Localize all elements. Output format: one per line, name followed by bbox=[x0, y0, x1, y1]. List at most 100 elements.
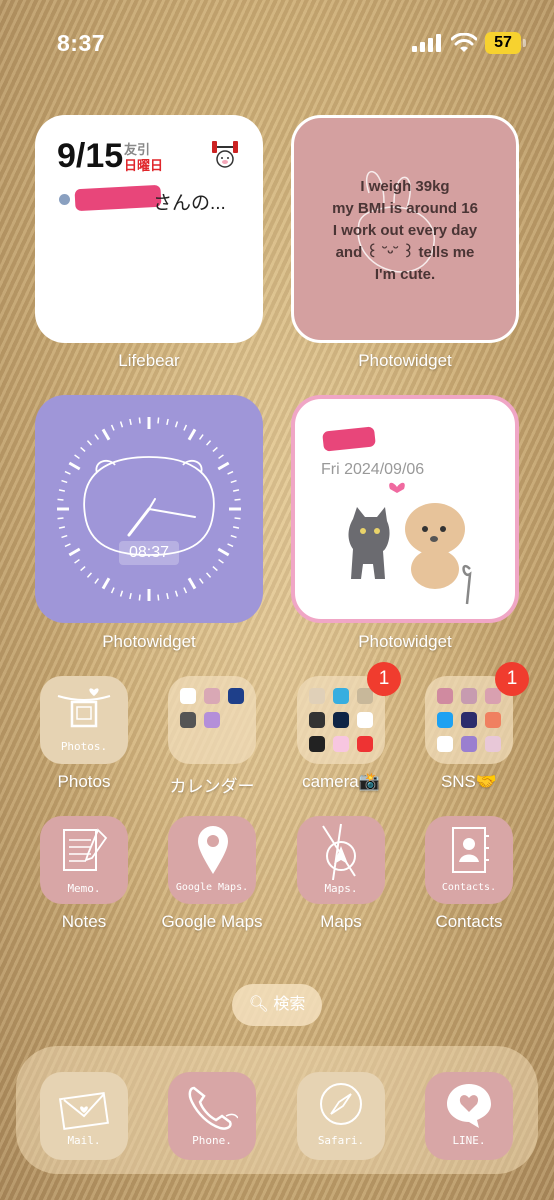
notification-badge: 1 bbox=[367, 662, 401, 696]
redaction-mark bbox=[74, 184, 162, 212]
clock-tick bbox=[86, 440, 93, 446]
wifi-icon bbox=[451, 33, 477, 52]
spotlight-search-button[interactable]: 🔍︎ 検索 bbox=[232, 984, 322, 1026]
clock-tick bbox=[232, 489, 240, 492]
maps-app-icon[interactable]: Maps. bbox=[297, 816, 385, 904]
clock-tick bbox=[64, 470, 71, 475]
safari-app-icon[interactable]: Safari. bbox=[297, 1072, 385, 1160]
clock-tick bbox=[187, 577, 197, 590]
widget-date: 9/15 bbox=[57, 137, 124, 175]
clock-tick bbox=[80, 446, 86, 453]
status-bar: 8:37 57 bbox=[0, 0, 554, 86]
clock-tick bbox=[205, 572, 212, 578]
clock-tick bbox=[74, 454, 80, 460]
clock-face-icon bbox=[57, 417, 241, 601]
clock-tick bbox=[86, 572, 93, 578]
clock-tick bbox=[64, 543, 71, 548]
compass-icon bbox=[320, 1083, 362, 1125]
clock-tick bbox=[232, 526, 240, 529]
clock-tick bbox=[61, 479, 68, 484]
clock-tick bbox=[94, 578, 100, 584]
clock-tick bbox=[119, 590, 124, 597]
lifebear-label: Lifebear bbox=[118, 351, 180, 370]
app-label-photos: Photos bbox=[57, 772, 111, 791]
clock-tick bbox=[174, 421, 179, 428]
photowidget-caption: I weigh 39kg my BMI is around 16 I work … bbox=[332, 178, 478, 283]
clock-hand bbox=[148, 498, 156, 510]
clock-tick bbox=[230, 479, 237, 484]
battery-indicator: 57 bbox=[485, 32, 521, 54]
clock-tick bbox=[212, 446, 218, 453]
clock-tick bbox=[217, 547, 230, 557]
app-label-maps: Maps bbox=[320, 912, 362, 931]
calendar-folder[interactable] bbox=[168, 676, 256, 764]
mail-app-icon[interactable]: Mail. bbox=[40, 1072, 128, 1160]
lifebear-widget[interactable]: 9/15 友引 日曜日 さんの... bbox=[35, 115, 263, 343]
clock-tick bbox=[183, 424, 188, 431]
line-app-icon[interactable]: LINE. bbox=[425, 1072, 513, 1160]
photo-frame-icon bbox=[57, 688, 111, 728]
clock-time: 08:37 bbox=[119, 541, 179, 565]
cellular-signal-icon bbox=[412, 34, 442, 52]
notes-app-icon[interactable]: Memo. bbox=[40, 816, 128, 904]
clock-tick bbox=[166, 418, 169, 426]
app-label-google-maps: Google Maps bbox=[161, 912, 263, 931]
clock-tick bbox=[227, 470, 234, 475]
contacts-app-icon[interactable]: Contacts. bbox=[425, 816, 513, 904]
icon-caption: Maps. bbox=[324, 882, 358, 895]
app-label-camera: camera📸 bbox=[302, 772, 380, 791]
clock-tick bbox=[101, 428, 111, 441]
battery-tip bbox=[523, 39, 526, 47]
photowidget-date-widget[interactable]: Fri 2024/09/06 bbox=[291, 395, 519, 623]
clock-tick bbox=[101, 577, 111, 590]
clock-tick bbox=[129, 592, 132, 600]
clock-tick bbox=[217, 461, 230, 471]
clock-tick bbox=[57, 517, 64, 520]
notification-badge: 1 bbox=[495, 662, 529, 696]
clock-tick bbox=[234, 498, 241, 501]
photowidget-label-2: Photowidget bbox=[102, 632, 196, 651]
clock-tick bbox=[198, 578, 204, 584]
clock-tick bbox=[58, 489, 66, 492]
phone-handset-icon bbox=[188, 1086, 238, 1130]
status-time: 8:37 bbox=[57, 30, 106, 56]
clock-tick bbox=[157, 417, 160, 424]
clock-tick bbox=[94, 434, 100, 440]
clock-tick bbox=[119, 421, 124, 428]
clock-tick bbox=[61, 534, 68, 539]
clock-tick bbox=[166, 592, 169, 600]
clock-tick bbox=[218, 454, 224, 460]
clock-tick bbox=[205, 440, 212, 446]
clock-tick bbox=[187, 428, 197, 441]
clock-tick bbox=[157, 594, 160, 601]
app-label-contacts: Contacts bbox=[435, 912, 503, 931]
phone-app-icon[interactable]: Phone. bbox=[168, 1072, 256, 1160]
clock-tick bbox=[174, 590, 179, 597]
clock-tick bbox=[110, 424, 115, 431]
clock-tick bbox=[138, 417, 141, 424]
clock-tick bbox=[80, 565, 86, 572]
icon-caption: LINE. bbox=[452, 1134, 486, 1147]
search-icon: 🔍︎ bbox=[248, 996, 269, 1013]
speech-bubble-heart-icon bbox=[447, 1084, 491, 1128]
photowidget-text-widget[interactable]: I weigh 39kg my BMI is around 16 I work … bbox=[291, 115, 519, 343]
clock-tick bbox=[110, 587, 115, 594]
icon-caption: Memo. bbox=[67, 882, 101, 895]
icon-caption: Safari. bbox=[317, 1134, 365, 1147]
google-maps-app-icon[interactable]: Google Maps. bbox=[168, 816, 256, 904]
clock-tick bbox=[227, 543, 234, 548]
icon-caption: Google Maps. bbox=[175, 882, 249, 893]
redaction-mark bbox=[322, 426, 376, 452]
photowidget-clock-widget[interactable]: 08:37 bbox=[35, 395, 263, 623]
widget-date: Fri 2024/09/06 bbox=[321, 461, 425, 478]
event-dot bbox=[59, 194, 70, 205]
app-label-calendar: カレンダー bbox=[169, 777, 255, 796]
clock-tick bbox=[198, 434, 204, 440]
clock-tick bbox=[129, 418, 132, 426]
photos-app-icon[interactable]: Photos. bbox=[40, 676, 128, 764]
navigation-arrow-icon bbox=[322, 823, 356, 880]
search-label: 検索 bbox=[273, 996, 306, 1013]
clock-tick bbox=[212, 565, 218, 572]
clock-tick bbox=[183, 587, 188, 594]
notepad-icon bbox=[63, 828, 108, 871]
